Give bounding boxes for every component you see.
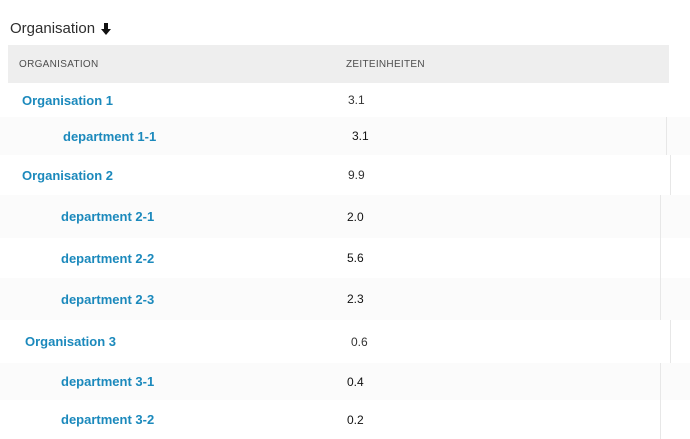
row-border <box>670 155 671 195</box>
organisation-table: ORGANISATION ZEITEINHEITEN Organisation … <box>0 45 690 439</box>
department-link[interactable]: department 2-2 <box>61 238 154 278</box>
organisation-name[interactable]: Organisation 2 <box>22 168 113 183</box>
department-link[interactable]: department 1-1 <box>63 117 156 155</box>
department-name[interactable]: department 1-1 <box>63 129 156 144</box>
time-units-value: 0.4 <box>347 374 364 389</box>
column-header-organisation[interactable]: ORGANISATION <box>19 45 99 83</box>
department-name[interactable]: department 2-1 <box>61 209 154 224</box>
row-border <box>660 363 661 400</box>
time-units-value: 9.9 <box>348 168 365 182</box>
time-units-value: 2.0 <box>347 209 364 224</box>
department-link[interactable]: department 3-1 <box>61 363 154 400</box>
table-row: department 2-1 2.0 <box>0 195 690 239</box>
organisation-name[interactable]: Organisation 3 <box>25 334 116 349</box>
time-units-cell: 3.1 <box>352 117 369 155</box>
time-units-value: 0.2 <box>347 412 364 427</box>
time-units-cell: 0.6 <box>351 320 368 363</box>
organisation-name[interactable]: Organisation 1 <box>22 93 113 108</box>
column-header-zeiteinheiten[interactable]: ZEITEINHEITEN <box>346 45 425 83</box>
department-name[interactable]: department 3-2 <box>61 412 154 427</box>
table-row: Organisation 3 0.6 <box>0 320 690 364</box>
organisation-link[interactable]: Organisation 1 <box>22 83 113 117</box>
time-units-cell: 5.6 <box>347 238 364 278</box>
row-border <box>670 320 671 363</box>
table-row: department 3-1 0.4 <box>0 363 690 401</box>
table-row: department 1-1 3.1 <box>0 117 690 156</box>
time-units-value: 3.1 <box>348 93 365 107</box>
table-row: Organisation 2 9.9 <box>0 155 690 196</box>
time-units-cell: 2.3 <box>347 278 364 320</box>
arrow-down-icon[interactable] <box>99 22 113 36</box>
time-units-cell: 0.4 <box>347 363 364 400</box>
organisation-link[interactable]: Organisation 2 <box>22 155 113 195</box>
time-units-cell: 0.2 <box>347 400 364 439</box>
department-link[interactable]: department 2-3 <box>61 278 154 320</box>
row-border <box>660 278 661 320</box>
time-units-value: 5.6 <box>347 251 364 265</box>
time-units-cell: 2.0 <box>347 195 364 238</box>
time-units-cell: 9.9 <box>348 155 365 195</box>
row-border <box>660 195 661 238</box>
table-row: department 3-2 0.2 <box>0 400 690 439</box>
table-row: department 2-3 2.3 <box>0 278 690 321</box>
department-link[interactable]: department 3-2 <box>61 400 154 439</box>
time-units-value: 2.3 <box>347 292 364 306</box>
time-units-cell: 3.1 <box>348 83 365 117</box>
time-units-value: 3.1 <box>352 129 369 143</box>
row-border <box>666 117 667 155</box>
table-row: department 2-2 5.6 <box>0 238 690 279</box>
department-name[interactable]: department 3-1 <box>61 374 154 389</box>
department-name[interactable]: department 2-3 <box>61 292 154 307</box>
row-border <box>660 238 661 278</box>
page-title[interactable]: Organisation <box>10 20 95 37</box>
table-row: Organisation 1 3.1 <box>0 83 690 118</box>
time-units-value: 0.6 <box>351 334 368 349</box>
department-name[interactable]: department 2-2 <box>61 251 154 266</box>
table-header: ORGANISATION ZEITEINHEITEN <box>8 45 669 83</box>
page-title-area: Organisation <box>10 20 113 37</box>
row-border <box>660 400 661 439</box>
department-link[interactable]: department 2-1 <box>61 195 154 238</box>
organisation-link[interactable]: Organisation 3 <box>25 320 116 363</box>
